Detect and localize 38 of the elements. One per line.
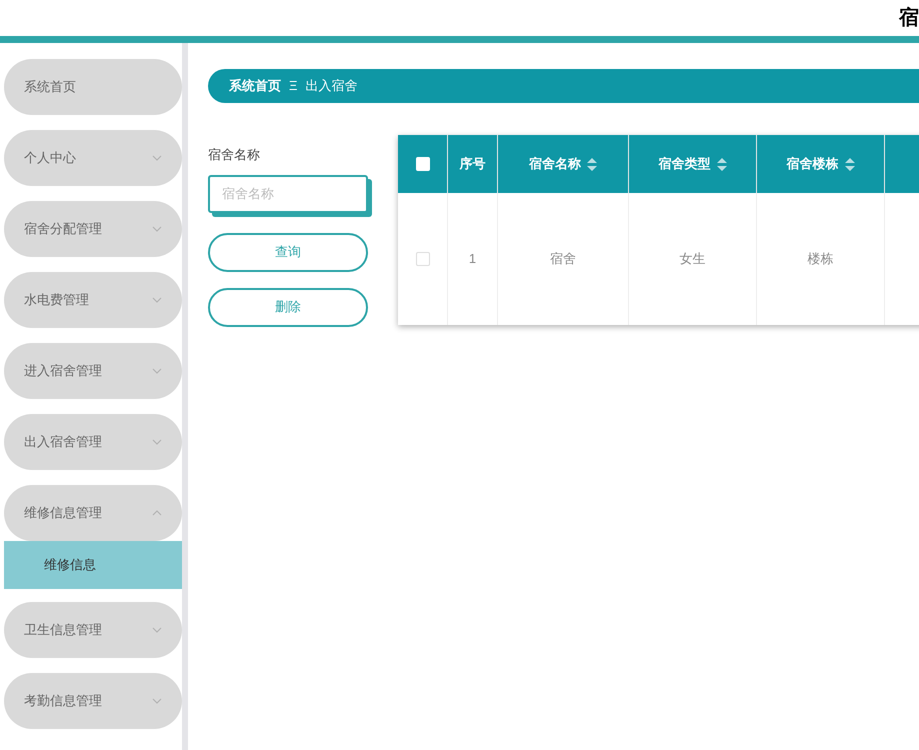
sort-icon[interactable] [587, 158, 597, 170]
chevron-down-icon [152, 226, 162, 232]
column-header[interactable]: 序号 [448, 135, 498, 193]
chevron-down-icon [152, 627, 162, 633]
sidebar-menu-item[interactable]: 进入宿舍管理 [4, 343, 182, 399]
sidebar-menu-item[interactable]: 考勤信息管理 [4, 673, 182, 729]
chevron-down-icon [152, 155, 162, 161]
column-header[interactable]: 宿舍类型 [629, 135, 757, 193]
sidebar-menu-item[interactable]: 宿舍分配管理 [4, 201, 182, 257]
search-button[interactable]: 查询 [208, 232, 368, 272]
column-header[interactable]: 宿舍楼栋 [757, 135, 885, 193]
sidebar-menu-item[interactable]: 卫生信息管理 [4, 602, 182, 658]
table-cell: 宿舍 [498, 193, 629, 325]
chevron-down-icon [152, 368, 162, 374]
sidebar-menu-item[interactable]: 个人中心 [4, 130, 182, 186]
breadcrumb-link[interactable]: 系统首页 [229, 76, 281, 96]
sort-icon[interactable] [716, 158, 726, 170]
table-cell: 女生 [629, 193, 757, 325]
sidebar-menu-item[interactable]: 系统首页 [4, 59, 182, 115]
chevron-down-icon [152, 439, 162, 445]
sort-icon[interactable] [844, 158, 854, 170]
column-header[interactable]: 宿舍名称 [498, 135, 629, 193]
search-label: 宿舍名称 [208, 146, 261, 164]
sidebar-menu-item[interactable]: 水电费管理 [4, 272, 182, 328]
sidebar-menu-item[interactable]: 出入宿舍管理 [4, 414, 182, 470]
table-cell: 楼栋 [757, 193, 885, 325]
delete-button[interactable]: 删除 [208, 288, 368, 326]
row-checkbox[interactable] [416, 252, 430, 266]
breadcrumb-separator: Ξ [289, 77, 298, 96]
table-cell: 1 [448, 193, 498, 325]
header-title: 宿 [899, 6, 919, 31]
breadcrumb-link[interactable]: 出入宿舍 [305, 76, 358, 96]
chevron-up-icon [152, 510, 162, 516]
chevron-down-icon [152, 698, 162, 704]
chevron-down-icon [152, 297, 162, 303]
sidebar-menu-item[interactable]: 维修信息管理 [4, 485, 182, 541]
sidebar-subitem[interactable]: 维修信息 [4, 541, 184, 589]
select-all-checkbox[interactable] [416, 157, 430, 171]
